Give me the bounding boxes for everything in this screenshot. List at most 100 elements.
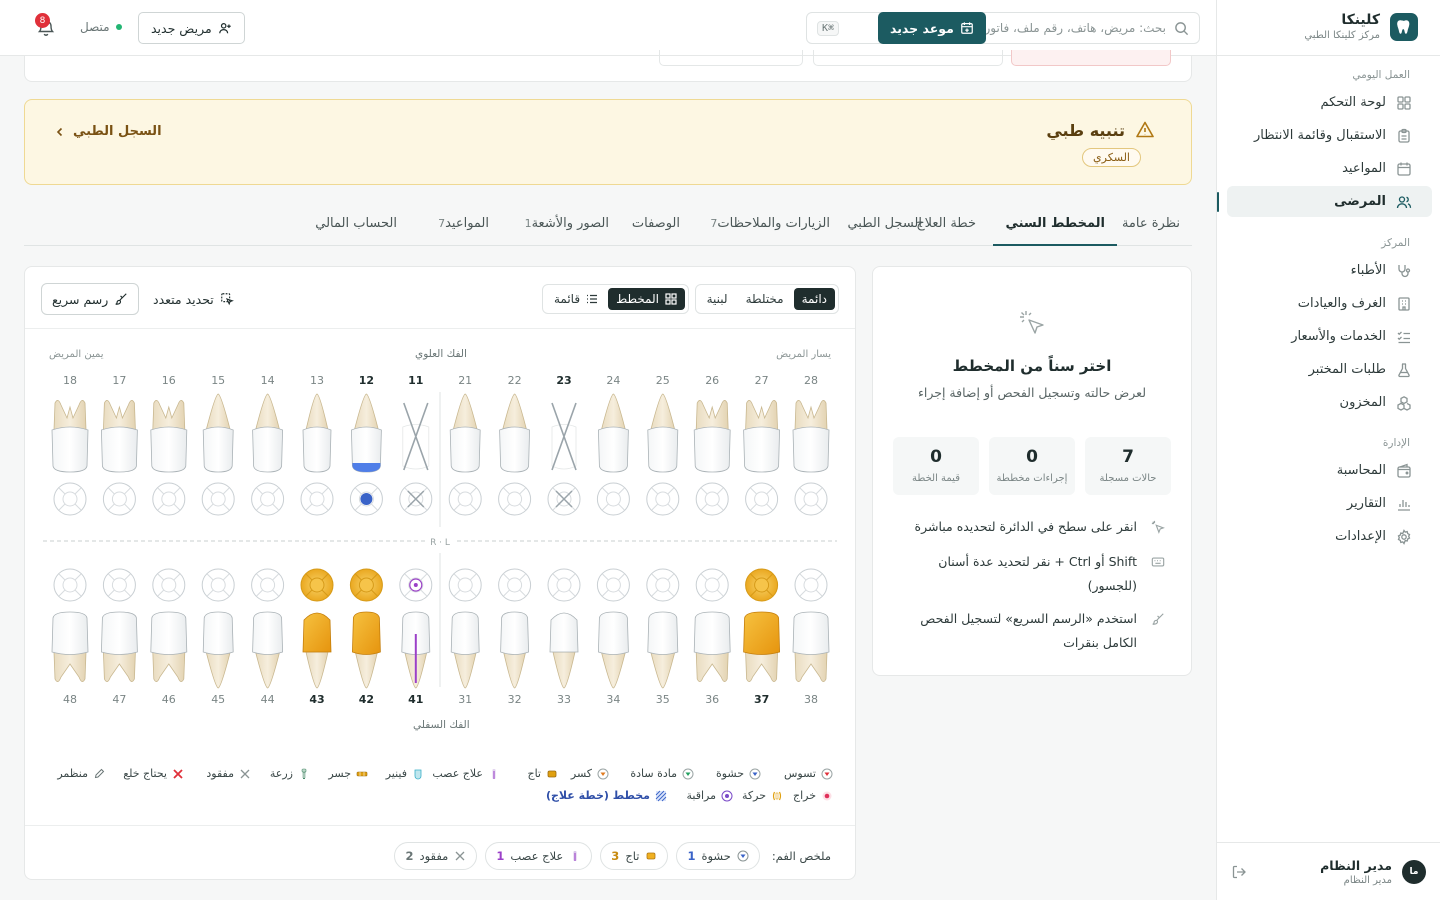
tooth-surface-43[interactable]: [300, 568, 334, 602]
sidebar-item-lab[interactable]: طلبات المختبر: [1227, 354, 1432, 385]
tooth-number-46[interactable]: 46: [154, 693, 184, 706]
tooth-surface-36[interactable]: [695, 568, 729, 602]
tooth-11[interactable]: [399, 402, 433, 516]
tooth-number-37[interactable]: 37: [747, 693, 777, 706]
tooth-number-43[interactable]: 43: [302, 693, 332, 706]
tooth-41[interactable]: [399, 568, 433, 689]
tooth-surface-15[interactable]: [201, 482, 235, 516]
tooth-surface-34[interactable]: [596, 568, 630, 602]
tooth-surface-41[interactable]: [399, 568, 433, 602]
tooth-47[interactable]: [100, 568, 138, 682]
dentition-permanent[interactable]: دائمة: [793, 288, 835, 310]
tooth-surface-32[interactable]: [498, 568, 532, 602]
tooth-34[interactable]: [596, 568, 630, 689]
tooth-18[interactable]: [51, 400, 89, 516]
tooth-surface-18[interactable]: [53, 482, 87, 516]
sidebar-item-appointments[interactable]: المواعيد: [1227, 153, 1432, 184]
new-appointment-button[interactable]: موعد جديد: [878, 12, 986, 44]
tooth-15[interactable]: [201, 393, 235, 516]
tab-dental-chart[interactable]: المخطط السني: [993, 205, 1117, 246]
tooth-surface-37[interactable]: [745, 568, 779, 602]
tooth-number-42[interactable]: 42: [351, 693, 381, 706]
tooth-number-35[interactable]: 35: [648, 693, 678, 706]
sidebar-item-rooms[interactable]: الغرف والعيادات: [1227, 288, 1432, 319]
tooth-number-21[interactable]: 21: [450, 374, 480, 387]
tooth-surface-25[interactable]: [646, 482, 680, 516]
tooth-36[interactable]: [693, 568, 731, 682]
tooth-surface-11[interactable]: [399, 482, 433, 516]
logout-icon[interactable]: [1231, 864, 1247, 880]
multi-select-button[interactable]: تحديد متعدد: [143, 283, 244, 315]
tooth-number-11[interactable]: 11: [401, 374, 431, 387]
tooth-number-26[interactable]: 26: [697, 374, 727, 387]
tooth-number-25[interactable]: 25: [648, 374, 678, 387]
tooth-32[interactable]: [498, 568, 532, 689]
tooth-22[interactable]: [498, 393, 532, 516]
sidebar-item-services[interactable]: الخدمات والأسعار: [1227, 321, 1432, 352]
tooth-surface-46[interactable]: [152, 568, 186, 602]
dentition-mixed[interactable]: مختلطة: [738, 288, 792, 310]
tooth-number-13[interactable]: 13: [302, 374, 332, 387]
medical-record-link[interactable]: السجل الطبي: [55, 124, 162, 139]
tooth-number-27[interactable]: 27: [747, 374, 777, 387]
tab-treatment-plan[interactable]: خطة العلاج: [916, 205, 976, 246]
tooth-16[interactable]: [150, 400, 188, 516]
tooth-surface-14[interactable]: [251, 482, 285, 516]
tooth-46[interactable]: [150, 568, 188, 682]
tooth-number-34[interactable]: 34: [598, 693, 628, 706]
quick-draw-button[interactable]: رسم سريع: [41, 283, 140, 315]
tooth-surface-23[interactable]: [547, 482, 581, 516]
tooth-21[interactable]: [448, 393, 482, 516]
user-profile[interactable]: ما مدير النظام مدير النظام: [1217, 842, 1440, 900]
tooth-37[interactable]: [743, 568, 781, 682]
notifications-button[interactable]: 8: [35, 13, 56, 38]
tab-visits[interactable]: الزيارات والملاحظات7: [700, 205, 830, 246]
tooth-45[interactable]: [201, 568, 235, 689]
tooth-surface-31[interactable]: [448, 568, 482, 602]
tooth-48[interactable]: [51, 568, 89, 682]
tooth-surface-21[interactable]: [448, 482, 482, 516]
new-patient-button[interactable]: مريض جديد: [138, 12, 245, 44]
tooth-number-41[interactable]: 41: [401, 693, 431, 706]
tooth-44[interactable]: [251, 568, 285, 689]
tooth-number-45[interactable]: 45: [203, 693, 233, 706]
sidebar-item-patients[interactable]: المرضى: [1217, 186, 1432, 217]
tooth-surface-28[interactable]: [794, 482, 828, 516]
search-box[interactable]: بحث: مريض، هاتف، رقم ملف، فاتورة ⌘K: [806, 12, 1200, 44]
tooth-number-28[interactable]: 28: [796, 374, 826, 387]
tooth-surface-16[interactable]: [152, 482, 186, 516]
tab-appointments[interactable]: المواعيد7: [428, 205, 489, 246]
summary-chip-crown[interactable]: تاج 3: [600, 842, 669, 870]
tooth-14[interactable]: [251, 393, 285, 516]
brand[interactable]: كلينكا مركز كلينكا الطبي: [1304, 12, 1418, 41]
tooth-surface-42[interactable]: [349, 568, 383, 602]
tooth-surface-38[interactable]: [794, 568, 828, 602]
tooth-38[interactable]: [792, 568, 830, 682]
tooth-number-33[interactable]: 33: [549, 693, 579, 706]
tooth-43[interactable]: [300, 568, 334, 689]
tooth-surface-22[interactable]: [498, 482, 532, 516]
tooth-number-32[interactable]: 32: [500, 693, 530, 706]
sidebar-item-reception[interactable]: الاستقبال وقائمة الانتظار: [1227, 120, 1432, 151]
tooth-surface-35[interactable]: [646, 568, 680, 602]
tooth-42[interactable]: [349, 568, 383, 689]
tooth-number-15[interactable]: 15: [203, 374, 233, 387]
tooth-number-44[interactable]: 44: [253, 693, 283, 706]
sidebar-item-doctors[interactable]: الأطباء: [1227, 255, 1432, 286]
tooth-surface-26[interactable]: [695, 482, 729, 516]
view-list-button[interactable]: قائمة: [546, 288, 606, 310]
tooth-surface-33[interactable]: [547, 568, 581, 602]
tooth-number-17[interactable]: 17: [104, 374, 134, 387]
summary-chip-filling[interactable]: حشوة 1: [676, 842, 760, 870]
view-chart-button[interactable]: المخطط: [608, 288, 685, 310]
sidebar-item-dashboard[interactable]: لوحة التحكم: [1227, 87, 1432, 118]
tooth-number-38[interactable]: 38: [796, 693, 826, 706]
tooth-surface-47[interactable]: [102, 568, 136, 602]
tooth-surface-48[interactable]: [53, 568, 87, 602]
tab-imaging[interactable]: الصور والأشعة1: [515, 205, 609, 246]
tooth-25[interactable]: [646, 393, 680, 516]
sidebar-item-settings[interactable]: الإعدادات: [1227, 521, 1432, 552]
summary-chip-root-canal[interactable]: علاج عصب 1: [485, 842, 593, 870]
tooth-surface-27[interactable]: [745, 482, 779, 516]
tooth-23[interactable]: [547, 402, 581, 516]
